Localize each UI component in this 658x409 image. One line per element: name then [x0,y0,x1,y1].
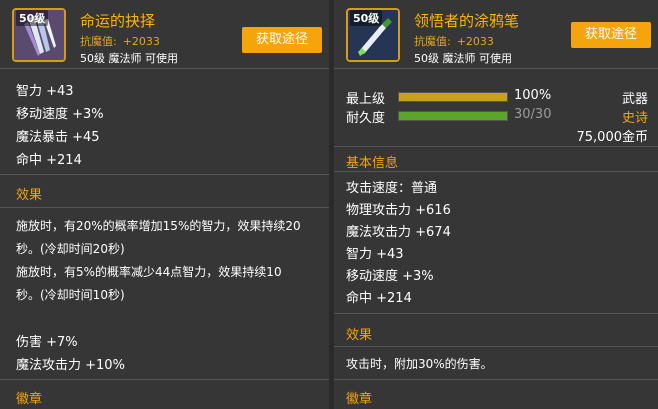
durability-bar-fill [399,112,507,120]
divider [334,346,658,347]
stat-line: 魔法攻击力 +10% [16,358,125,373]
level-class: 50级 魔法师 可使用 [414,52,512,65]
resist-value: +2033 [122,35,160,48]
price-value: 75,000金币 [576,130,649,145]
effect-line: 施放时，有20%的概率增加15%的智力，效果持续20 [16,219,301,233]
effect-title: 效果 [16,188,43,203]
basic-info-title: 基本信息 [346,156,399,171]
divider [334,313,658,314]
durability-value: 30/30 [514,107,552,122]
stat-line: 魔法攻击力 +674 [346,225,451,240]
stat-line: 伤害 +7% [16,335,78,350]
divider [0,207,329,208]
stat-line: 智力 +43 [16,84,74,99]
stat-line: 智力 +43 [346,247,404,262]
stat-line: 魔法暴击 +45 [16,130,100,145]
effect-title: 效果 [346,328,373,343]
grade-bar-fill [399,93,507,101]
stat-line: 物理攻击力 +616 [346,203,451,218]
emblem-title: 徽章 [346,392,373,407]
icon-level-label: 50级 [16,10,49,26]
item-name: 命运的抉择 [80,12,156,30]
grade-label: 最上级 [346,92,386,107]
item-tooltip-right: 50级 领悟者的涂鸦笔 抗魔值: +2033 50级 魔法师 可使用 获取途径 最… [334,0,658,409]
get-source-button[interactable]: 获取途径 [242,27,322,53]
stat-line: 移动速度 +3% [346,269,434,284]
tooltip-header: 50级 领悟者的涂鸦笔 抗魔值: +2033 50级 魔法师 可使用 获取途径 [334,0,658,69]
level-class: 50级 魔法师 可使用 [80,52,178,65]
stat-line: 命中 +214 [346,291,412,306]
resist-line: 抗魔值: +2033 [414,33,494,49]
effect-line: 施放时，有5%的概率减少44点智力，效果持续10 [16,265,282,279]
divider [334,146,658,147]
icon-level-label: 50级 [350,10,383,26]
effect-line: 攻击时，附加30%的伤害。 [346,357,493,371]
get-source-button[interactable]: 获取途径 [571,22,651,48]
grade-value: 100% [514,88,552,103]
resist-line: 抗魔值: +2033 [80,33,160,49]
divider [334,171,658,172]
effect-line: 秒。(冷却时间20秒) [16,242,125,256]
effect-line: 秒。(冷却时间10秒) [16,288,125,302]
rarity-tag: 史诗 [621,111,648,126]
durability-label: 耐久度 [346,111,386,126]
stat-line: 命中 +214 [16,153,82,168]
grade-bar [398,92,508,102]
durability-bar [398,111,508,121]
tooltip-header: 50级 命运的抉择 抗魔值: +2033 50级 魔法师 可使用 获取途径 [0,0,329,69]
divider [0,379,329,380]
item-type-tag: 武器 [621,92,648,107]
stat-line: 攻击速度：普通 [346,181,438,196]
emblem-title: 徽章 [16,392,43,407]
item-name: 领悟者的涂鸦笔 [414,12,520,30]
resist-value: +2033 [456,35,494,48]
resist-label: 抗魔值: [80,35,117,48]
divider [0,174,329,175]
brush-item-icon[interactable]: 50级 [346,8,400,62]
staff-item-icon[interactable]: 50级 [12,8,66,62]
item-tooltip-left: 50级 命运的抉择 抗魔值: +2033 50级 魔法师 可使用 获取途径 智力 … [0,0,330,409]
divider [334,379,658,380]
stat-line: 移动速度 +3% [16,107,104,122]
resist-label: 抗魔值: [414,35,451,48]
